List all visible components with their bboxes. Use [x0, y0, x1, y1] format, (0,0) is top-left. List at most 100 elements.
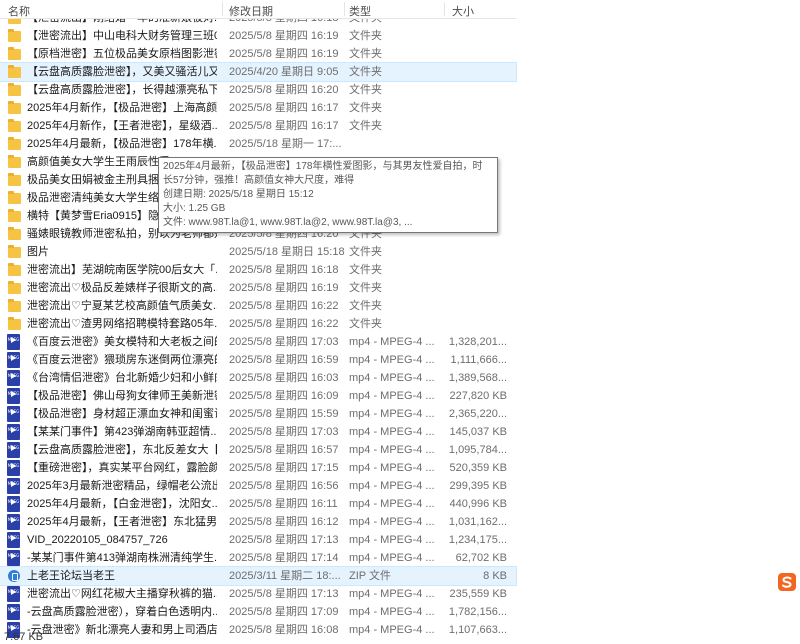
- folder-icon: [8, 155, 21, 168]
- modified-date: 2025/5/8 星期四 16:22: [229, 318, 339, 330]
- file-size: 8 KB: [483, 570, 507, 582]
- video-file-icon: [7, 385, 20, 404]
- file-size: 62,702 KB: [455, 552, 507, 564]
- file-row[interactable]: 【重磅泄密】，真实某平台网红，露脸颜...2025/5/8 星期四 17:15m…: [0, 457, 516, 477]
- column-size[interactable]: 大小: [452, 3, 474, 19]
- file-name: -某某门事件第413弹湖南株洲清纯学生...: [27, 552, 217, 564]
- tooltip-description: 2025年4月最新，【极品泄密】178年横性爱图影，与其男友性爱自拍，时: [163, 161, 483, 172]
- folder-row[interactable]: 2025年4月新作，【极品泄密】上海高颜... 2025/5/8 星期四 16:1…: [0, 99, 516, 117]
- video-file-icon: [7, 511, 20, 530]
- file-row[interactable]: 《百度云泄密》美女模特和大老板之间的...2025/5/8 星期四 17:03m…: [0, 331, 516, 351]
- folder-icon: [8, 119, 21, 132]
- status-bar-size: 7.67 KB: [4, 631, 44, 643]
- column-divider[interactable]: [222, 2, 223, 16]
- file-size: 1,328,201...: [448, 336, 507, 348]
- modified-date: 2025/5/8 星期四 17:03: [229, 336, 339, 348]
- folder-row[interactable]: 【原档泄密】五位极品美女原档图影泄密 2025/5/8 星期四 16:19 文件夹: [0, 45, 516, 63]
- folder-row[interactable]: 泄密流出♡极品反差婊样子很斯文的高... 2025/5/8 星期四 16:19 文件…: [0, 279, 516, 297]
- folder-icon: [8, 263, 21, 276]
- file-row[interactable]: VID_20220105_084757_726 2025/5/8 星期四 17:1…: [0, 529, 516, 549]
- file-size: 1,107,663...: [448, 624, 507, 636]
- file-name: VID_20220105_084757_726: [27, 534, 168, 546]
- file-row[interactable]: -云盘泄密》新北漂亮人妻和男上司酒店...2025/5/8 星期四 16:08m…: [0, 619, 516, 639]
- folder-row[interactable]: 【云盘高质露脸泄密】，又美又骚活儿又... 2025/4/20 星期日 9:05 文…: [0, 62, 517, 82]
- file-size: 227,820 KB: [449, 390, 508, 402]
- folder-row[interactable]: 泄密流出】芜湖皖南医学院00后女大「... 2025/5/8 星期四 16:18 文…: [0, 261, 516, 279]
- modified-date: 2025/5/8 星期四 17:03: [229, 426, 339, 438]
- file-row[interactable]: 【极品泄密】身材超正漂血女神和闺蜜试...2025/5/8 星期四 15:59m…: [0, 403, 516, 423]
- file-type: 文件夹: [349, 30, 382, 42]
- folder-icon: [8, 83, 21, 96]
- file-name: 2025年4月最新，【王者泄密】东北猛男...: [27, 516, 217, 528]
- folder-row[interactable]: 泄密流出♡渣男网络招聘模特套路05年... 2025/5/8 星期四 16:22 文…: [0, 315, 516, 333]
- file-row[interactable]: 2025年4月最新，【王者泄密】东北猛男... 2025/5/8 星期四 16:1…: [0, 511, 516, 531]
- video-file-icon: [7, 349, 20, 368]
- file-name: 《百度云泄密》猥琐房东迷倒两位漂亮的...: [27, 354, 217, 366]
- file-row[interactable]: 上老王论坛当老王 2025/3/11 星期二 18:... ZIP 文件 8 KB: [0, 566, 517, 586]
- file-row[interactable]: 【某某门事件】第423弹湖南韩亚超情...2025/5/8 星期四 17:03m…: [0, 421, 516, 441]
- file-row[interactable]: 【极品泄密】佛山母狗女律师王美新泄密...2025/5/8 星期四 16:09m…: [0, 385, 516, 405]
- file-type: 文件夹: [349, 102, 382, 114]
- modified-date: 2025/4/20 星期日 9:05: [229, 66, 339, 78]
- tooltip-files: 文件: www.98T.la@1, www.98T.la@2, www.98T.…: [163, 217, 413, 228]
- file-name: 2025年3月最新泄密精品，绿帽老公流出...: [27, 480, 217, 492]
- modified-date: 2025/5/8 星期四 16:11: [229, 498, 338, 510]
- video-file-icon: [7, 421, 20, 440]
- modified-date: 2025/5/8 星期四 16:22: [229, 300, 339, 312]
- folder-row[interactable]: 2025年4月最新，【极品泄密】178年横... 2025/5/18 星期一 17…: [0, 135, 516, 153]
- file-row[interactable]: -某某门事件第413弹湖南株洲清纯学生... 2025/5/8 星期四 17:14…: [0, 547, 516, 567]
- column-type[interactable]: 类型: [349, 3, 371, 19]
- folder-icon: [8, 29, 21, 42]
- file-name: 上老王论坛当老王: [27, 570, 115, 582]
- folder-row[interactable]: 【泄密流出】中山电科大财务管理三班0... 2025/5/8 星期四 16:19 文…: [0, 27, 516, 45]
- file-row[interactable]: 《台湾情侣泄密》台北新婚少妇和小鲜肉...2025/5/8 星期四 16:03m…: [0, 367, 516, 387]
- video-file-icon: [7, 475, 20, 494]
- video-file-icon: [7, 439, 20, 458]
- sogou-ime-icon[interactable]: [777, 572, 797, 592]
- file-type: 文件夹: [349, 300, 382, 312]
- file-row[interactable]: 2025年4月最新，【白金泄密】，沈阳女... 2025/5/8 星期四 16:1…: [0, 493, 516, 513]
- folder-icon: [8, 47, 21, 60]
- folder-icon: [8, 281, 21, 294]
- file-name: 【某某门事件】第423弹湖南韩亚超情...: [27, 426, 217, 438]
- file-row[interactable]: 《百度云泄密》猥琐房东迷倒两位漂亮的...2025/5/8 星期四 16:59m…: [0, 349, 516, 369]
- column-divider[interactable]: [344, 2, 345, 16]
- file-name: 【云盘高质露脸泄密】，长得越漂亮私下...: [27, 84, 217, 96]
- file-row[interactable]: 【云盘高质露脸泄密】，东北反差女大【...2025/5/8 星期四 16:57m…: [0, 439, 516, 459]
- folder-icon: [8, 245, 21, 258]
- modified-date: 2025/5/8 星期四 17:09: [229, 606, 339, 618]
- file-name: 【极品泄密】佛山母狗女律师王美新泄密...: [27, 390, 217, 402]
- tooltip-created: 创建日期: 2025/5/18 星期日 15:12: [163, 189, 314, 200]
- file-name: 【原档泄密】五位极品美女原档图影泄密: [27, 48, 217, 60]
- file-name: 泄密流出♡宁夏某艺校高颜值气质美女...: [27, 300, 217, 312]
- file-name: -云盘高质露脸泄密），穿着白色透明内...: [27, 606, 217, 618]
- folder-icon: [8, 227, 21, 240]
- file-list: 【泄密流出】刚结婚一年的准新娘被对...2025/5/8 星期四 16:18文件…: [0, 9, 517, 639]
- column-divider[interactable]: [444, 2, 445, 16]
- file-row[interactable]: -云盘高质露脸泄密），穿着白色透明内...2025/5/8 星期四 17:09m…: [0, 601, 516, 621]
- folder-icon: [8, 137, 21, 150]
- file-tooltip: 2025年4月最新，【极品泄密】178年横性爱图影，与其男友性爱自拍，时 长57…: [158, 157, 498, 233]
- file-row[interactable]: 泄密流出♡网红花椒大主播穿秋裤的猫...2025/5/8 星期四 17:13mp…: [0, 583, 516, 603]
- file-row[interactable]: 2025年3月最新泄密精品，绿帽老公流出... 2025/5/8 星期四 16:5…: [0, 475, 516, 495]
- folder-icon: [8, 173, 21, 186]
- file-size: 145,037 KB: [449, 426, 508, 438]
- file-size: 299,395 KB: [449, 480, 508, 492]
- column-date[interactable]: 修改日期: [229, 3, 273, 19]
- folder-row[interactable]: 2025年4月新作，【王者泄密】，星级酒... 2025/5/8 星期四 16:1…: [0, 117, 516, 135]
- modified-date: 2025/3/11 星期二 18:...: [229, 570, 341, 582]
- file-size: 1,111,666...: [450, 354, 507, 366]
- modified-date: 2025/5/8 星期四 17:15: [229, 462, 339, 474]
- folder-row[interactable]: 图片 2025/5/18 星期日 15:18 文件夹: [0, 243, 516, 261]
- modified-date: 2025/5/18 星期一 17:...: [229, 138, 342, 150]
- folder-icon: [8, 299, 21, 312]
- file-name: 【重磅泄密】，真实某平台网红，露脸颜...: [27, 462, 217, 474]
- folder-row[interactable]: 泄密流出♡宁夏某艺校高颜值气质美女... 2025/5/8 星期四 16:22 文件…: [0, 297, 516, 315]
- column-name[interactable]: 名称: [8, 3, 30, 19]
- file-size: 440,996 KB: [449, 498, 508, 510]
- file-type: 文件夹: [349, 246, 382, 258]
- folder-row[interactable]: 【云盘高质露脸泄密】，长得越漂亮私下... 2025/5/8 星期四 16:20 文…: [0, 81, 516, 99]
- file-type: 文件夹: [349, 84, 382, 96]
- file-name: 泄密流出】芜湖皖南医学院00后女大「...: [27, 264, 217, 276]
- modified-date: 2025/5/8 星期四 16:19: [229, 282, 339, 294]
